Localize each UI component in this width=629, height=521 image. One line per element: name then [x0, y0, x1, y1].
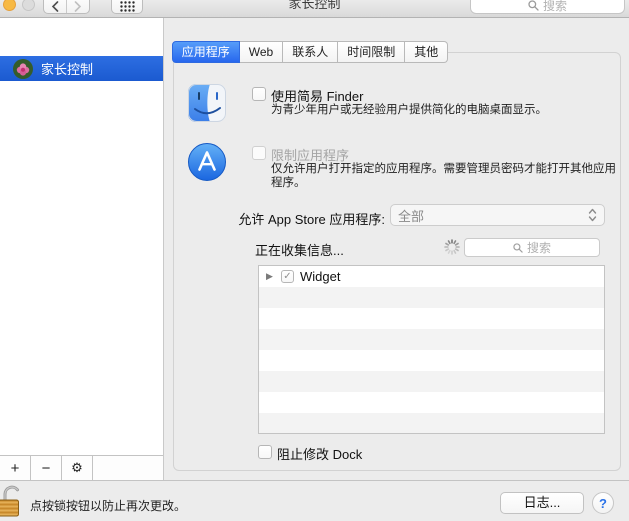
app-list-search-field[interactable]: 搜索 [464, 238, 600, 257]
plus-icon: + [10, 459, 20, 477]
grid-icon [119, 1, 135, 12]
add-user-button[interactable]: + [0, 456, 31, 480]
question-mark-icon: ? [599, 495, 607, 511]
chevron-right-icon [74, 1, 82, 12]
tab-web[interactable]: Web [239, 41, 284, 63]
tab-time-limits[interactable]: 时间限制 [338, 41, 406, 63]
show-all-button[interactable] [111, 0, 143, 14]
disclosure-triangle-icon[interactable]: ▶ [266, 271, 275, 282]
remove-user-button[interactable]: − [31, 456, 62, 480]
users-sidebar: 家长控制 + − ⚙ [0, 18, 164, 480]
progress-spinner-icon [444, 239, 460, 255]
zoom-traffic-light[interactable] [22, 0, 35, 11]
allowed-apps-list[interactable]: ▶ ✓ Widget [258, 265, 605, 434]
collecting-info-label: 正在收集信息... [255, 243, 344, 258]
back-button[interactable] [44, 0, 66, 13]
tab-bar: 应用程序 Web 联系人 时间限制 其他 [0, 41, 620, 63]
forward-button[interactable] [66, 0, 89, 13]
minus-icon: − [41, 459, 51, 477]
window-footer: 点按锁按钮以防止再次更改。 日志... ? [0, 480, 629, 521]
prevent-dock-checkbox[interactable] [258, 445, 272, 459]
nav-button-group [43, 0, 90, 14]
sidebar-footer-bar: + − ⚙ [0, 455, 163, 480]
list-row-empty [259, 308, 604, 329]
logs-button[interactable]: 日志... [500, 492, 584, 514]
check-icon: ✓ [283, 271, 292, 282]
list-row-empty [259, 350, 604, 371]
prevent-dock-label[interactable]: 阻止修改 Dock [277, 444, 362, 463]
search-icon [513, 242, 523, 253]
tab-other[interactable]: 其他 [405, 41, 449, 63]
gear-icon: ⚙ [71, 460, 83, 475]
preferences-search-field[interactable]: 搜索 [470, 0, 625, 14]
chevron-left-icon [51, 1, 59, 12]
list-item-widget[interactable]: ▶ ✓ Widget [259, 266, 604, 287]
tab-contacts[interactable]: 联系人 [283, 41, 339, 63]
list-row-empty [259, 413, 604, 433]
search-placeholder: 搜索 [542, 0, 567, 13]
limit-apps-description: 仅允许用户打开指定的应用程序。需要管理员密码才能打开其他应用程序。 [271, 163, 616, 189]
search-icon [528, 0, 539, 11]
help-button[interactable]: ? [592, 492, 614, 514]
list-row-empty [259, 329, 604, 350]
list-row-empty [259, 392, 604, 413]
window-toolbar: 家长控制 搜索 [0, 0, 629, 18]
simple-finder-checkbox[interactable] [252, 87, 266, 101]
tab-applications[interactable]: 应用程序 [171, 41, 240, 63]
lock-hint-text: 点按锁按钮以防止再次更改。 [30, 499, 187, 513]
unlocked-lock-icon[interactable] [0, 484, 27, 520]
list-item-label: Widget [300, 269, 341, 284]
widget-checkbox[interactable]: ✓ [281, 270, 294, 283]
list-row-empty [259, 371, 604, 392]
minimize-traffic-light[interactable] [3, 0, 16, 11]
limit-apps-checkbox[interactable] [252, 146, 266, 160]
action-menu-button[interactable]: ⚙ [62, 456, 93, 480]
list-row-empty [259, 287, 604, 308]
popup-selected-value: 全部 [398, 208, 425, 224]
search-placeholder: 搜索 [526, 241, 551, 255]
simple-finder-description: 为青少年用户或无经验用户提供简化的电脑桌面显示。 [271, 104, 547, 116]
popup-chevrons-icon [588, 208, 597, 222]
finder-icon [188, 84, 226, 122]
allow-store-popup[interactable]: 全部 [390, 204, 605, 226]
allow-store-label: 允许 App Store 应用程序: [238, 212, 385, 227]
app-store-icon [188, 143, 226, 181]
